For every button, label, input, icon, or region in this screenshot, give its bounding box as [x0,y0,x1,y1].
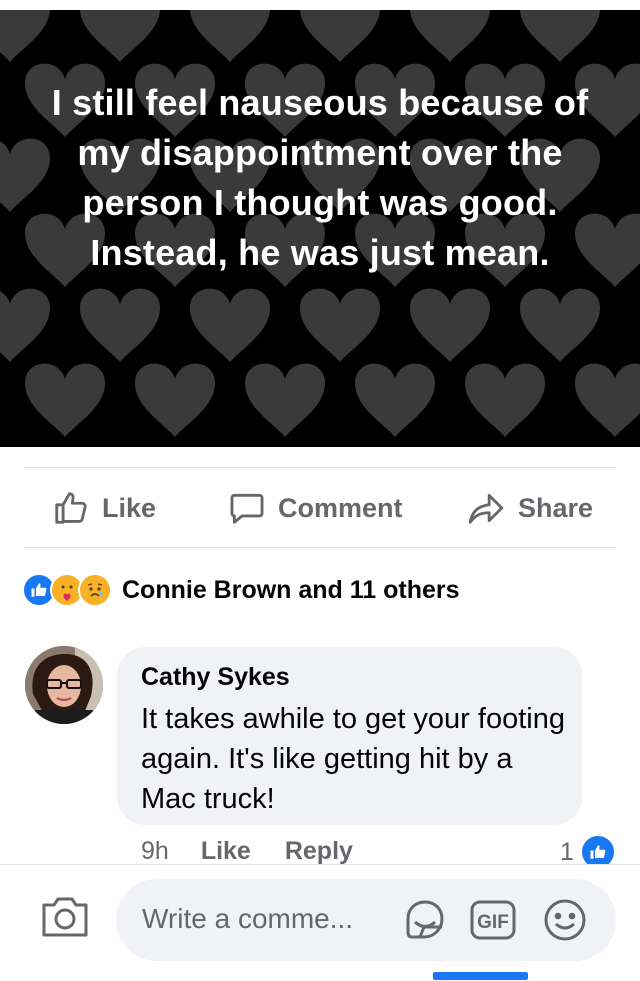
sad-reaction-icon [78,573,112,607]
gif-button[interactable]: GIF [468,897,518,948]
divider-bottom [24,547,616,548]
comment-like-link[interactable]: Like [201,837,251,866]
comment-meta: 9h Like Reply [141,834,353,868]
share-icon [468,493,504,524]
share-button-label: Share [518,492,594,523]
comment-bubble[interactable]: Cathy Sykes It takes awhile to get your … [117,647,582,825]
post-actions-bar: Like Comment Share [0,468,640,548]
reactions-summary-text: Connie Brown and 11 others [122,575,460,604]
reactions-summary[interactable]: Connie Brown and 11 others [22,568,460,612]
top-strip [0,0,640,10]
comment-author-name[interactable]: Cathy Sykes [141,663,290,692]
comment-input[interactable]: Write a comme... GIF [116,879,616,961]
sticker-icon[interactable] [402,897,448,948]
comment-text: It takes awhile to get your footing agai… [141,703,565,815]
comment-composer: Write a comme... GIF [0,864,640,981]
comment-button[interactable]: Comment [228,468,403,548]
comment-input-placeholder: Write a comme... [142,903,354,934]
comment-time[interactable]: 9h [141,837,169,866]
comment-icon [230,493,264,524]
like-button-label: Like [102,492,157,523]
post-image[interactable]: I still feel nauseous because of my disa… [0,10,640,447]
gif-label: GIF [477,912,509,933]
camera-icon[interactable] [40,893,90,944]
comment-reply-link[interactable]: Reply [285,837,353,866]
emoji-icon[interactable] [542,897,588,948]
like-button[interactable]: Like [52,468,156,548]
bottom-indicator [433,972,528,980]
comment-button-label: Comment [278,492,403,523]
comment-like-count-number: 1 [560,837,574,866]
thumbs-up-icon [55,492,87,524]
share-button[interactable]: Share [466,468,593,548]
reaction-icons [22,573,112,607]
commenter-avatar[interactable] [25,646,103,724]
post-quote-text: I still feel nauseous because of my disa… [51,82,589,273]
